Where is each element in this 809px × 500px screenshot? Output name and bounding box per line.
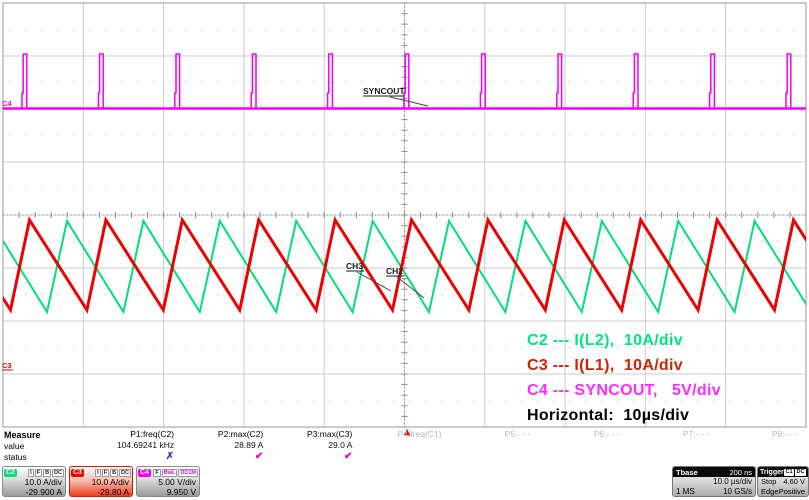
legend-line: Horizontal: 10µs/div xyxy=(527,403,721,428)
channel-flag-f: F xyxy=(102,469,109,478)
trigger-header: Trigger C1 DC xyxy=(758,467,808,477)
oscilloscope-screen: C4C3SYNCOUTCH3CH2 C2 --- I(L2), 10A/divC… xyxy=(0,0,809,500)
channel-flag-b: B xyxy=(110,469,118,478)
trigger-title: Trigger xyxy=(760,469,784,476)
timebase-samples: 1 MS xyxy=(676,487,695,497)
channel-flag-i: I xyxy=(28,469,34,478)
channel-flag-b: B xyxy=(43,469,51,478)
measure-title: Measure xyxy=(4,430,41,440)
channel-flag-f: F xyxy=(35,469,42,478)
timebase-header: Tbase 200 ns xyxy=(673,467,755,477)
channel-flag-dc: DC xyxy=(52,469,64,478)
measure-status-row-label: status xyxy=(4,452,27,462)
measure-param-status: ✔ xyxy=(185,451,263,462)
measure-param-value: 29.0 A xyxy=(274,440,352,451)
measure-param-label: P2:max(C2) xyxy=(185,429,263,440)
annotation-ch2: CH2 xyxy=(386,266,403,276)
measure-param-7[interactable]: P7:- - - xyxy=(631,429,720,465)
trigger-mode: Stop xyxy=(761,477,776,487)
channel-flag-f: F xyxy=(153,469,160,478)
measure-param-label: P5:- - - xyxy=(453,429,531,440)
trigger-box[interactable]: Trigger C1 DC Stop 4.60 V Edge Positive xyxy=(757,466,809,497)
channel-box-c2[interactable]: C2IFBDC10.0 A/div-29.900 A xyxy=(2,466,66,497)
channel-offset: 9.950 V xyxy=(137,488,199,498)
channel-box-c3[interactable]: C3IFBDC10.0 A/div-29.80 A xyxy=(69,466,133,497)
measure-param-1[interactable]: P1:freq(C2)104.69241 kHz✗ xyxy=(96,429,185,465)
trigger-level: 4.60 V xyxy=(783,477,805,487)
timebase-sample-rate: 10 GS/s xyxy=(723,487,752,497)
measure-param-2[interactable]: P2:max(C2)28.89 A✔ xyxy=(185,429,274,465)
legend-line: C3 --- I(L1), 10A/div xyxy=(527,353,721,378)
annotation-syncout: SYNCOUT xyxy=(363,86,405,96)
channel-axis-label-c4: C4 xyxy=(2,99,12,108)
timebase-scale: 10.0 µs/div xyxy=(673,477,755,487)
measure-strip: Measure value status P1:freq(C2)104.6924… xyxy=(0,429,809,465)
measure-param-label: P8:- - - xyxy=(720,429,798,440)
channel-axis-label-c3: C3 xyxy=(2,361,12,370)
measure-param-label: P4:freq(C1) xyxy=(363,429,441,440)
channel-tag-c4: C4 xyxy=(138,469,151,477)
measure-param-label: P3:max(C3) xyxy=(274,429,352,440)
annotation-ch3: CH3 xyxy=(346,261,363,271)
timebase-title: Tbase xyxy=(676,468,698,477)
timebase-box[interactable]: Tbase 200 ns 10.0 µs/div 1 MS 10 GS/s xyxy=(672,466,756,497)
measure-param-8[interactable]: P8:- - - xyxy=(720,429,809,465)
channel-offset: -29.80 A xyxy=(70,488,132,498)
measure-param-label: P1:freq(C2) xyxy=(96,429,174,440)
channel-flag-dc1m: DC1M xyxy=(178,469,198,478)
measure-param-label: P6:- - - xyxy=(542,429,620,440)
measure-param-value: 28.89 A xyxy=(185,440,263,451)
measure-value-row-label: value xyxy=(4,441,24,451)
channel-descriptor-row: C2IFBDC10.0 A/div-29.900 AC3IFBDC10.0 A/… xyxy=(2,466,200,497)
trigger-type: Edge xyxy=(761,487,779,497)
measure-param-6[interactable]: P6:- - - xyxy=(542,429,631,465)
measure-param-status: ✗ xyxy=(96,451,174,462)
channel-flag-bwl: BwL xyxy=(162,469,178,478)
channel-tag-c2: C2 xyxy=(4,469,17,477)
measure-columns: P1:freq(C2)104.69241 kHz✗P2:max(C2)28.89… xyxy=(96,429,809,465)
channel-flag-i: I xyxy=(95,469,101,478)
legend-line: C4 --- SYNCOUT, 5V/div xyxy=(527,378,721,403)
trigger-source-badge: C1 xyxy=(784,469,794,476)
trigger-coupling-badge: DC xyxy=(795,469,806,476)
measure-param-label: P7:- - - xyxy=(631,429,709,440)
measure-param-5[interactable]: P5:- - - xyxy=(453,429,542,465)
measure-param-status: ✔ xyxy=(274,451,352,462)
measure-param-value: 104.69241 kHz xyxy=(96,440,174,451)
timebase-delay: 200 ns xyxy=(729,468,752,477)
measure-param-3[interactable]: P3:max(C3)29.0 A✔ xyxy=(274,429,363,465)
channel-box-c4[interactable]: C4FBwLDC1M5.00 V/div9.950 V xyxy=(136,466,200,497)
trace-legend: C2 --- I(L2), 10A/divC3 --- I(L1), 10A/d… xyxy=(527,328,721,428)
channel-tag-c3: C3 xyxy=(71,469,84,477)
channel-flag-dc: DC xyxy=(119,469,131,478)
measure-param-4[interactable]: P4:freq(C1) xyxy=(363,429,452,465)
trigger-slope: Positive xyxy=(779,487,805,497)
legend-line: C2 --- I(L2), 10A/div xyxy=(527,328,721,353)
channel-offset: -29.900 A xyxy=(3,488,65,498)
